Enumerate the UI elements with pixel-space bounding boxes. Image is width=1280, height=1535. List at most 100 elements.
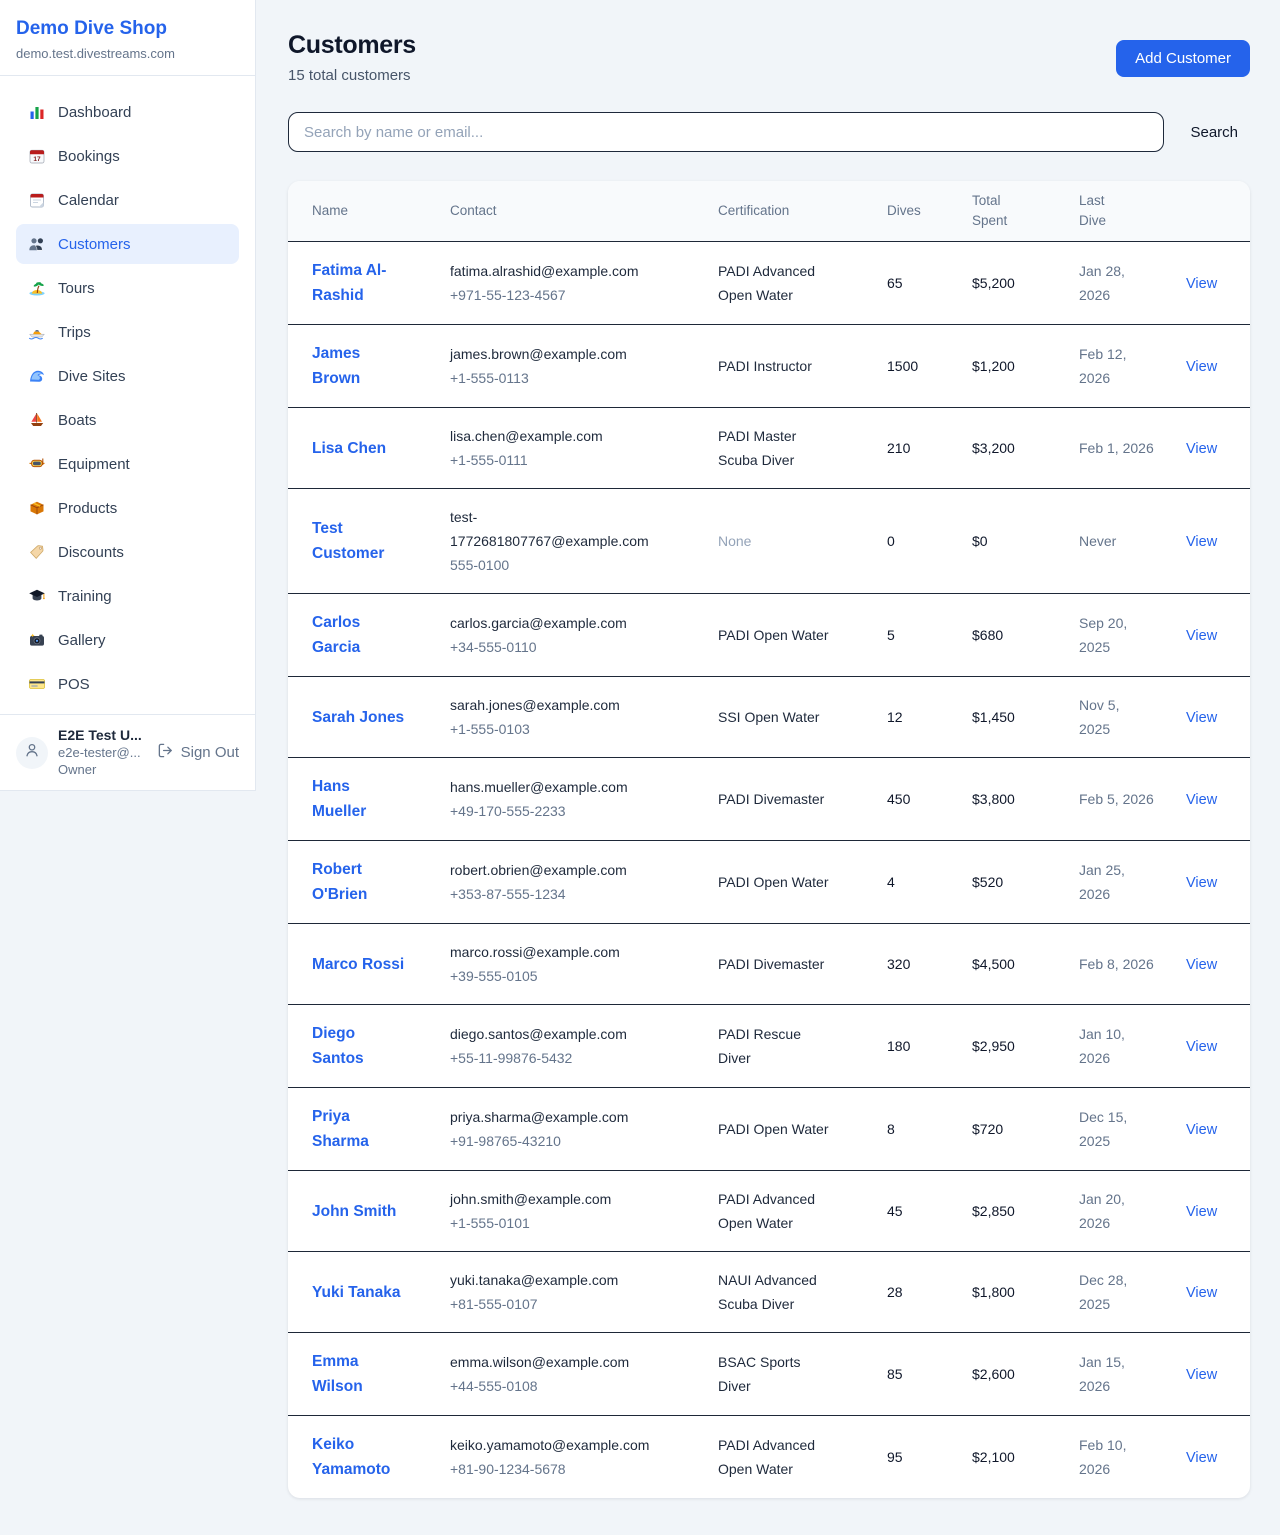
shop-name-link[interactable]: Demo Dive Shop bbox=[16, 17, 239, 41]
sidebar-item-products[interactable]: Products bbox=[16, 488, 239, 528]
view-link[interactable]: View bbox=[1186, 441, 1217, 457]
view-link[interactable]: View bbox=[1186, 1285, 1217, 1301]
customer-name-link[interactable]: John Smith bbox=[312, 1203, 396, 1220]
view-cell: View bbox=[1170, 325, 1250, 408]
table-row: Marco Rossimarco.rossi@example.com+39-55… bbox=[288, 924, 1250, 1005]
sign-out-button[interactable]: Sign Out bbox=[157, 742, 239, 763]
customer-name-link[interactable]: Carlos Garcia bbox=[312, 614, 360, 656]
sidebar-item-dive-sites[interactable]: Dive Sites bbox=[16, 356, 239, 396]
sidebar-item-pos[interactable]: POS bbox=[16, 664, 239, 704]
sailboat-icon bbox=[28, 411, 46, 429]
total-spent: $720 bbox=[956, 1088, 1063, 1171]
certification-text: PADI Open Water bbox=[718, 1121, 828, 1137]
customer-email: marco.rossi@example.com bbox=[450, 940, 660, 964]
certification-cell: PADI Open Water bbox=[702, 841, 871, 924]
customer-contact-cell: test-1772681807767@example.com555-0100 bbox=[434, 489, 702, 594]
view-link[interactable]: View bbox=[1186, 534, 1217, 550]
sidebar-item-calendar[interactable]: Calendar bbox=[16, 180, 239, 220]
customer-phone: +91-98765-43210 bbox=[450, 1129, 660, 1153]
customer-name-link[interactable]: Robert O'Brien bbox=[312, 861, 367, 903]
customer-name-link[interactable]: Diego Santos bbox=[312, 1025, 364, 1067]
search-button[interactable]: Search bbox=[1178, 116, 1250, 149]
customer-name-link[interactable]: Emma Wilson bbox=[312, 1353, 363, 1395]
dives-count: 85 bbox=[871, 1333, 956, 1416]
speedboat-icon bbox=[28, 323, 46, 341]
sidebar-item-label: Tours bbox=[58, 280, 95, 297]
certification-cell: PADI Advanced Open Water bbox=[702, 1416, 871, 1499]
search-input[interactable] bbox=[288, 112, 1164, 152]
certification-text: PADI Advanced Open Water bbox=[718, 1437, 815, 1477]
certification-cell: PADI Divemaster bbox=[702, 758, 871, 841]
dives-count: 8 bbox=[871, 1088, 956, 1171]
certification-cell: NAUI Advanced Scuba Diver bbox=[702, 1252, 871, 1333]
view-link[interactable]: View bbox=[1186, 1204, 1217, 1220]
add-customer-button[interactable]: Add Customer bbox=[1116, 40, 1250, 77]
sidebar-item-training[interactable]: Training bbox=[16, 576, 239, 616]
customer-name-link[interactable]: Yuki Tanaka bbox=[312, 1284, 400, 1301]
dives-count: 65 bbox=[871, 242, 956, 325]
last-dive-date: Jan 10, 2026 bbox=[1063, 1005, 1170, 1088]
customer-name-link[interactable]: Lisa Chen bbox=[312, 440, 386, 457]
sidebar-item-gallery[interactable]: Gallery bbox=[16, 620, 239, 660]
view-link[interactable]: View bbox=[1186, 875, 1217, 891]
total-spent: $2,950 bbox=[956, 1005, 1063, 1088]
view-link[interactable]: View bbox=[1186, 792, 1217, 808]
customer-name-cell: Marco Rossi bbox=[288, 924, 434, 1005]
table-row: James Brown james.brown@example.com+1-555… bbox=[288, 325, 1250, 408]
view-link[interactable]: View bbox=[1186, 1367, 1217, 1383]
view-link[interactable]: View bbox=[1186, 1122, 1217, 1138]
customer-name-link[interactable]: Sarah Jones bbox=[312, 709, 404, 726]
sidebar-item-tours[interactable]: Tours bbox=[16, 268, 239, 308]
column-header-total-spent: Total Spent bbox=[956, 181, 1063, 242]
view-link[interactable]: View bbox=[1186, 1450, 1217, 1466]
tag-icon bbox=[28, 543, 46, 561]
diving-mask-icon bbox=[28, 455, 46, 473]
certification-text: NAUI Advanced Scuba Diver bbox=[718, 1272, 817, 1312]
last-dive-date: Dec 15, 2025 bbox=[1063, 1088, 1170, 1171]
customer-email: priya.sharma@example.com bbox=[450, 1105, 660, 1129]
view-link[interactable]: View bbox=[1186, 276, 1217, 292]
last-dive-date: Feb 5, 2026 bbox=[1063, 758, 1170, 841]
sidebar-item-boats[interactable]: Boats bbox=[16, 400, 239, 440]
customer-name-link[interactable]: Marco Rossi bbox=[312, 956, 404, 973]
dives-count: 180 bbox=[871, 1005, 956, 1088]
last-dive-date: Feb 8, 2026 bbox=[1063, 924, 1170, 1005]
view-link[interactable]: View bbox=[1186, 359, 1217, 375]
dives-count: 4 bbox=[871, 841, 956, 924]
view-link[interactable]: View bbox=[1186, 628, 1217, 644]
customer-name-link[interactable]: Test Customer bbox=[312, 520, 384, 562]
customer-name-link[interactable]: Keiko Yamamoto bbox=[312, 1436, 390, 1478]
sidebar-item-discounts[interactable]: Discounts bbox=[16, 532, 239, 572]
last-dive-date: Never bbox=[1063, 489, 1170, 594]
total-spent: $2,850 bbox=[956, 1171, 1063, 1252]
customer-phone: +44-555-0108 bbox=[450, 1374, 660, 1398]
certification-cell: BSAC Sports Diver bbox=[702, 1333, 871, 1416]
customer-email: lisa.chen@example.com bbox=[450, 424, 660, 448]
sidebar-item-label: Equipment bbox=[58, 456, 130, 473]
customer-name-link[interactable]: Priya Sharma bbox=[312, 1108, 369, 1150]
customer-phone: +81-90-1234-5678 bbox=[450, 1457, 660, 1481]
customer-contact-cell: james.brown@example.com+1-555-0113 bbox=[434, 325, 702, 408]
customer-name-link[interactable]: Hans Mueller bbox=[312, 778, 366, 820]
view-link[interactable]: View bbox=[1186, 1039, 1217, 1055]
dives-count: 1500 bbox=[871, 325, 956, 408]
certification-text: BSAC Sports Diver bbox=[718, 1354, 800, 1394]
customer-phone: +55-11-99876-5432 bbox=[450, 1046, 660, 1070]
dives-count: 95 bbox=[871, 1416, 956, 1499]
sidebar-user-section: E2E Test U... e2e-tester@... Owner Sign … bbox=[0, 714, 255, 790]
customer-phone: +49-170-555-2233 bbox=[450, 799, 660, 823]
sidebar-item-equipment[interactable]: Equipment bbox=[16, 444, 239, 484]
sidebar-item-bookings[interactable]: 17Bookings bbox=[16, 136, 239, 176]
view-link[interactable]: View bbox=[1186, 957, 1217, 973]
view-cell: View bbox=[1170, 489, 1250, 594]
sidebar-item-customers[interactable]: Customers bbox=[16, 224, 239, 264]
view-link[interactable]: View bbox=[1186, 710, 1217, 726]
sidebar-item-trips[interactable]: Trips bbox=[16, 312, 239, 352]
sidebar-item-dashboard[interactable]: Dashboard bbox=[16, 92, 239, 132]
sidebar-nav: Dashboard17BookingsCalendarCustomers Tour… bbox=[0, 76, 255, 714]
total-spent: $520 bbox=[956, 841, 1063, 924]
certification-cell: PADI Advanced Open Water bbox=[702, 242, 871, 325]
customer-name-link[interactable]: James Brown bbox=[312, 345, 360, 387]
customer-count: 15 total customers bbox=[288, 67, 416, 84]
customer-name-link[interactable]: Fatima Al-Rashid bbox=[312, 262, 386, 304]
